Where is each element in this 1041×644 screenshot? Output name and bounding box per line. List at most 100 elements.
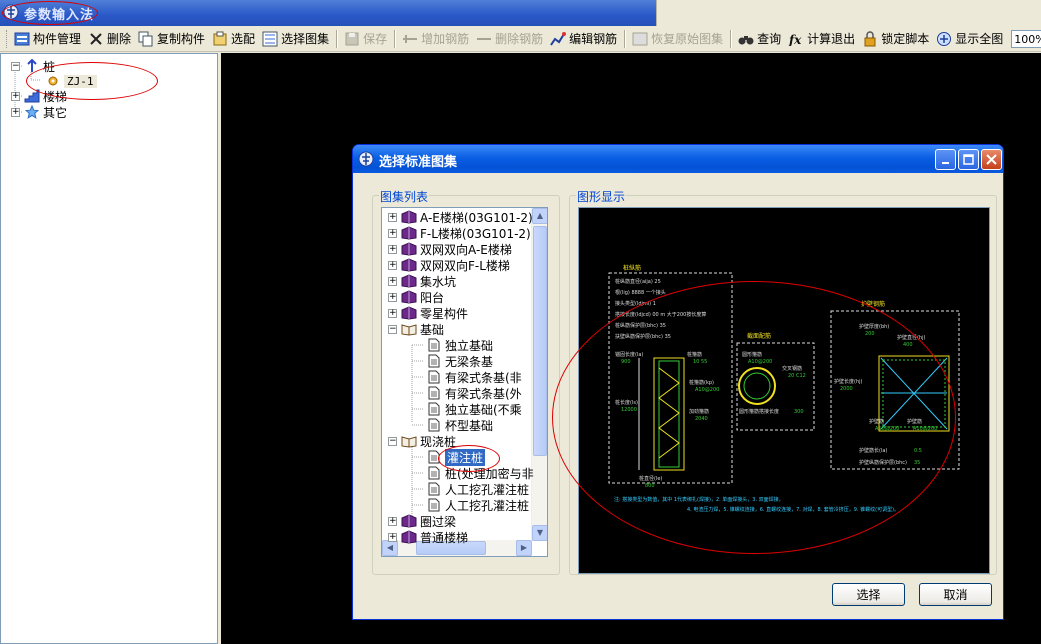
select-button[interactable]: 选择 (832, 583, 905, 606)
atlas-item[interactable]: + 双网双向A-E楼梯 (388, 241, 512, 257)
atlas-item-label: 普通楼梯 (420, 530, 469, 545)
book-icon (401, 289, 417, 305)
guard-title: 护壁钢筋 (861, 300, 885, 308)
atlas-item-label: 集水坑 (420, 274, 457, 289)
book-icon (401, 241, 417, 257)
toolbar-button-7[interactable]: 删除钢筋 (473, 28, 546, 50)
toolbar-button-10[interactable]: 查询 (735, 28, 784, 50)
tree-node-pile[interactable]: − 桩 (11, 58, 55, 74)
pile-param-line: 桩纵筋保护层(bhc) 35 (615, 322, 666, 329)
expand-toggle[interactable]: + (388, 532, 397, 542)
expand-toggle[interactable]: + (11, 107, 20, 117)
atlas-item[interactable]: + 零星构件 (388, 305, 468, 321)
toolbar-button-label: 保存 (363, 32, 388, 46)
lock-icon (862, 30, 878, 47)
guard-label: 护壁纵筋保护层(bhc) (859, 459, 907, 466)
dialog-titlebar[interactable]: 选择标准图集 (353, 145, 1003, 173)
tree-node-label: 楼梯 (43, 89, 68, 104)
guard-value: 400 (903, 342, 913, 348)
toolbar-button-label: 恢复原始图集 (651, 32, 724, 46)
toolbar-button-2[interactable]: 复制构件 (135, 28, 208, 50)
maximize-button[interactable] (958, 149, 979, 170)
component-tree: − 桩 ZJ-1 + 楼梯 + 其它 (0, 53, 218, 644)
toolbar-grip[interactable] (6, 29, 7, 48)
tree-node-stairs[interactable]: + 楼梯 (11, 88, 67, 104)
expand-toggle[interactable]: + (388, 516, 397, 526)
toolbar-button-label: 构件管理 (33, 32, 82, 46)
atlas-item[interactable]: 桩(处理加密与非 (426, 465, 534, 481)
atlas-item-label: 人工挖孔灌注桩 (445, 482, 530, 497)
pile-label: 加劲箍筋 (689, 408, 709, 415)
scroll-right-button[interactable]: ▶ (516, 540, 532, 556)
close-button[interactable] (981, 149, 1002, 170)
atlas-item[interactable]: 有梁式条基(非 (426, 369, 522, 385)
atlas-item[interactable]: + F-L楼梯(03G101-2) (388, 225, 531, 241)
atlas-item-label: 现浇桩 (420, 434, 457, 449)
minimize-button[interactable] (935, 149, 956, 170)
expand-toggle[interactable]: + (388, 292, 397, 302)
collapse-toggle[interactable]: − (388, 436, 397, 446)
expand-toggle[interactable]: + (388, 260, 397, 270)
toolbar-button-5[interactable]: 保存 (341, 28, 390, 50)
atlas-item[interactable]: + 阳台 (388, 289, 444, 305)
atlas-item[interactable]: + 双网双向F-L楼梯 (388, 257, 510, 273)
atlas-item[interactable]: 人工挖孔灌注桩 (426, 481, 529, 497)
pile-value: 12000 (621, 407, 637, 413)
scroll-thumb[interactable] (533, 226, 547, 456)
atlas-item[interactable]: 独立基础(不乘 (426, 401, 522, 417)
atlas-item[interactable]: 杯型基础 (426, 417, 493, 433)
toolbar-button-13[interactable]: 显示全图 (933, 28, 1006, 50)
toolbar-button-label: 查询 (757, 32, 782, 46)
cancel-button[interactable]: 取消 (919, 583, 992, 606)
zoom-level-field[interactable]: 100% (1011, 29, 1041, 48)
scroll-up-button[interactable]: ▲ (532, 208, 547, 224)
atlas-item[interactable]: + A-E楼梯(03G101-2) (388, 209, 533, 225)
expand-toggle[interactable]: + (388, 212, 397, 222)
atlas-item-label: F-L楼梯(03G101-2) (420, 226, 531, 241)
preview-group: 图形显示 桩纵筋 桩纵筋直径(aija) 25 根(lig) 8888 一个接头接… (569, 188, 997, 575)
toolbar-button-12[interactable]: 锁定脚本 (859, 28, 932, 50)
expand-toggle[interactable]: + (388, 276, 397, 286)
atlas-item[interactable]: + 普通楼梯 (388, 529, 468, 545)
book-icon (401, 273, 417, 289)
document-icon (426, 369, 442, 385)
pile-label: 锚固长度(la) (615, 351, 643, 358)
vertical-scrollbar[interactable]: ▲ ▼ (531, 208, 547, 541)
toolbar-button-8[interactable]: 编辑钢筋 (547, 28, 620, 50)
atlas-item[interactable]: + 圈过梁 (388, 513, 456, 529)
window-title: 参数输入法 (24, 8, 95, 23)
atlas-item[interactable]: 独立基础 (426, 337, 493, 353)
atlas-item[interactable]: 人工挖孔灌注桩 (426, 497, 529, 513)
toolbar-button-0[interactable]: 构件管理 (11, 28, 84, 50)
atlas-item[interactable]: 灌注桩 (426, 448, 486, 466)
note-line-1: 注: 搭接类型为数值，其中 1代表绑扎(焊接)，2. 单面焊接头，3. 双面焊接… (614, 496, 784, 503)
tree-node-label: ZJ-1 (64, 74, 97, 88)
expand-toggle[interactable]: + (388, 308, 397, 318)
edit-rebar-icon (550, 31, 567, 47)
expand-toggle[interactable]: + (388, 228, 397, 238)
collapse-toggle[interactable]: − (11, 61, 20, 71)
select-atlas-dialog: 选择标准图集 图集列表 ▲ ▼ ◀ ▶ + A-E楼梯(03G101-2) + … (352, 144, 1004, 620)
atlas-item-label: 独立基础 (445, 338, 494, 353)
toolbar-button-4[interactable]: 选择图集 (259, 28, 332, 50)
toolbar-button-1[interactable]: 删除 (85, 28, 134, 50)
atlas-item[interactable]: − 基础 (388, 321, 444, 337)
toolbar-button-6[interactable]: 增加钢筋 (399, 28, 472, 50)
atlas-item[interactable]: 无梁条基 (426, 353, 493, 369)
scroll-down-button[interactable]: ▼ (532, 525, 547, 541)
atlas-item[interactable]: − 现浇桩 (388, 433, 456, 449)
toolbar-button-9[interactable]: 恢复原始图集 (629, 28, 726, 50)
toolbar-button-11[interactable]: fx 计算退出 (785, 28, 858, 50)
tree-node-other[interactable]: + 其它 (11, 104, 67, 120)
book-icon (401, 209, 417, 225)
atlas-item[interactable]: 有梁式条基(外 (426, 385, 522, 401)
binoculars-icon (738, 31, 754, 47)
save-icon (344, 31, 360, 47)
expand-toggle[interactable]: + (11, 91, 20, 101)
expand-toggle[interactable]: + (388, 244, 397, 254)
guard-label: 护壁厚度(bh) (859, 323, 889, 330)
toolbar-button-3[interactable]: 选配 (209, 28, 258, 50)
atlas-tree-list[interactable]: ▲ ▼ ◀ ▶ + A-E楼梯(03G101-2) + F-L楼梯(03G101-2)… (381, 207, 548, 557)
atlas-item[interactable]: + 集水坑 (388, 273, 456, 289)
collapse-toggle[interactable]: − (388, 324, 397, 334)
